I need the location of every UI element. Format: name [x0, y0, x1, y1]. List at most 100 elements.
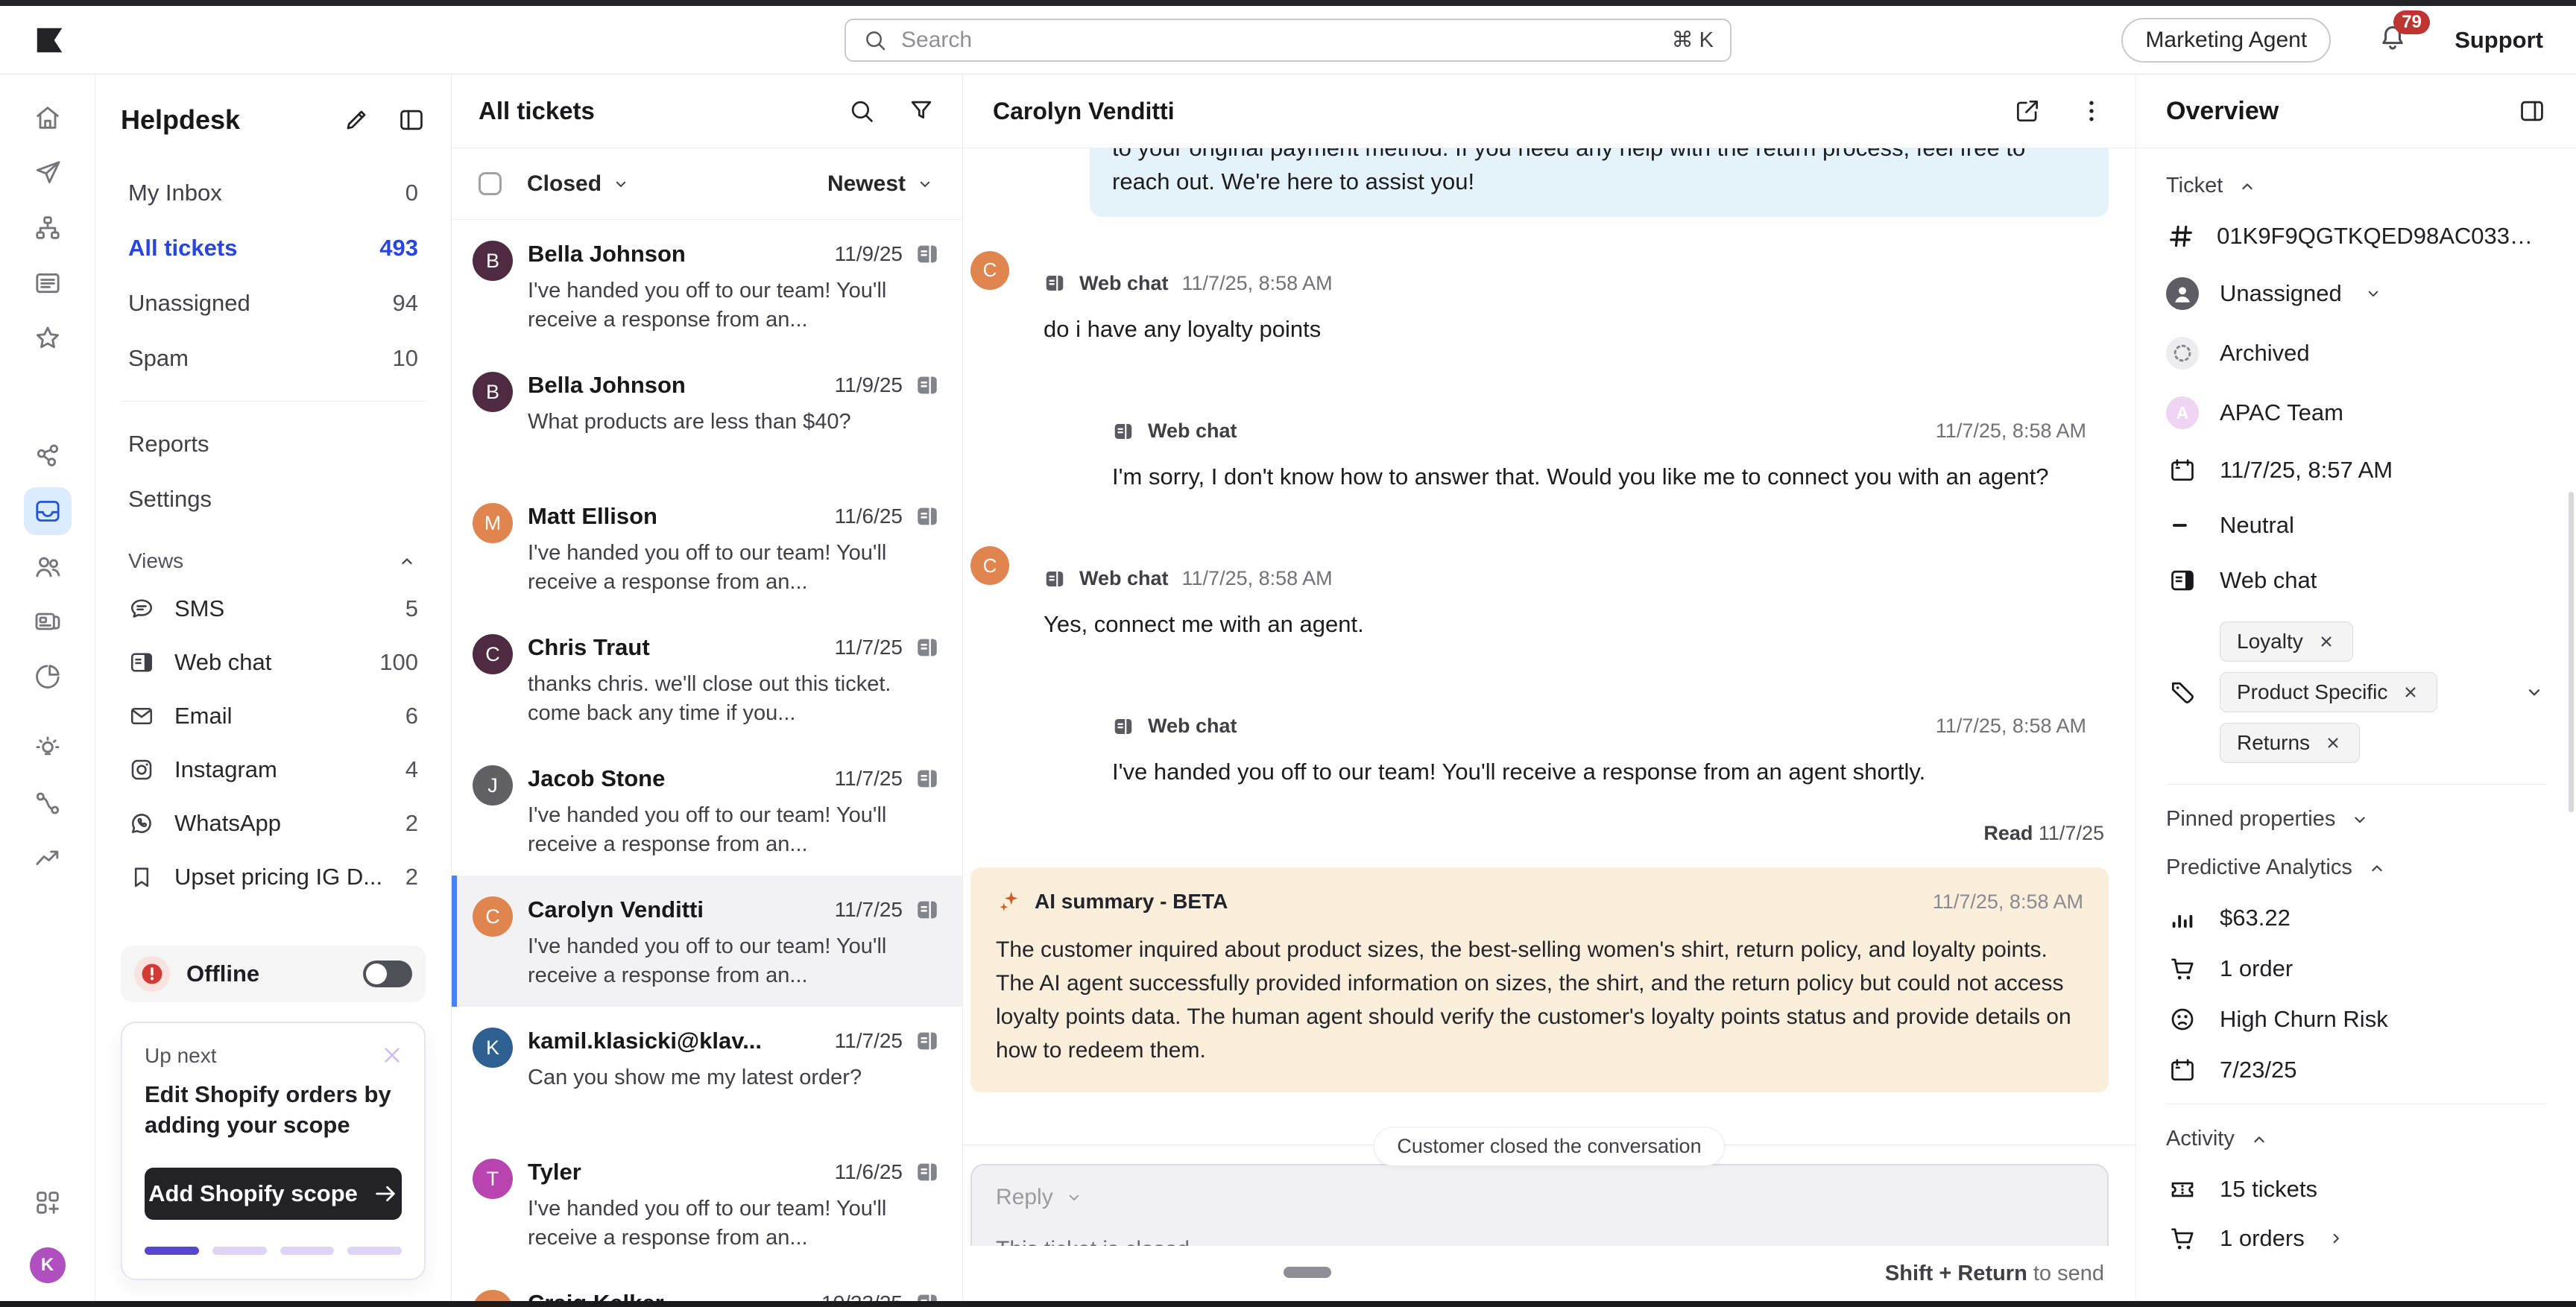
tags-row: Loyalty Product Specific Returns: [2166, 621, 2546, 763]
collapse-panel-icon[interactable]: [2518, 97, 2546, 125]
add-shopify-scope-button[interactable]: Add Shopify scope: [145, 1168, 402, 1220]
sidebar-item-settings[interactable]: Settings: [121, 472, 426, 527]
reply-mode-dropdown[interactable]: Reply: [996, 1185, 2083, 1210]
ticket-list-item[interactable]: T Tyler 11/6/25 I've handed you off to o…: [452, 1138, 962, 1269]
ticket-list-item[interactable]: J Jacob Stone 11/7/25 I've handed you of…: [452, 744, 962, 876]
sidebar-item-reports[interactable]: Reports: [121, 417, 426, 472]
overview-title: Overview: [2166, 97, 2518, 126]
rail-ideas-button[interactable]: [24, 724, 72, 772]
view-item-whatsapp[interactable]: WhatsApp2: [121, 797, 426, 850]
sort-dropdown[interactable]: Newest: [827, 171, 935, 197]
ticket-name: Matt Ellison: [528, 503, 823, 530]
rail-segments-button[interactable]: [24, 653, 72, 700]
tag-chip[interactable]: Loyalty: [2220, 621, 2353, 662]
workspace-switcher-button[interactable]: Marketing Agent: [2121, 18, 2331, 63]
close-icon[interactable]: [379, 1042, 405, 1068]
remove-tag-icon[interactable]: [2317, 632, 2336, 651]
webchat-channel-icon: [915, 1159, 940, 1185]
rail-home-button[interactable]: [24, 94, 72, 142]
reply-composer[interactable]: Reply This ticket is closed.: [970, 1164, 2109, 1246]
ticket-date: 11/7/25: [835, 1029, 903, 1053]
scrollbar-thumb[interactable]: [2569, 492, 2574, 812]
conversation-closed-row: Customer closed the conversation: [963, 1127, 2135, 1164]
ticket-list-item[interactable]: C Chris Traut 11/7/25 thanks chris. we'l…: [452, 613, 962, 744]
status-filter-dropdown[interactable]: Closed: [527, 171, 631, 197]
rail-content-button[interactable]: [24, 259, 72, 307]
assignee-row[interactable]: Unassigned: [2166, 277, 2546, 310]
avatar: B: [473, 241, 513, 281]
ticket-list-item[interactable]: C Carolyn Venditti 11/7/25 I've handed y…: [452, 876, 962, 1007]
rail-integrations-button[interactable]: [24, 1179, 72, 1227]
rail-reviews-button[interactable]: [24, 314, 72, 362]
message-text: do i have any loyalty points: [1044, 313, 1333, 346]
rail-analytics-button[interactable]: [24, 835, 72, 882]
view-item-instagram[interactable]: Instagram4: [121, 743, 426, 797]
predicted-date-value: 7/23/25: [2220, 1057, 2296, 1083]
user-avatar[interactable]: K: [30, 1247, 66, 1283]
compose-button[interactable]: [342, 106, 370, 134]
send-icon: [33, 158, 63, 188]
sidebar-nav-item[interactable]: Spam 10: [121, 331, 426, 386]
rail-helpdesk-button[interactable]: [24, 487, 72, 535]
rail-flows-button[interactable]: [24, 204, 72, 252]
sentiment-row[interactable]: Neutral: [2166, 511, 2546, 539]
offline-toggle[interactable]: [363, 961, 412, 987]
churn-risk-row: High Churn Risk: [2166, 1005, 2546, 1034]
support-link[interactable]: Support: [2455, 27, 2543, 54]
rail-campaigns-button[interactable]: [24, 149, 72, 197]
sidebar-nav-item[interactable]: My Inbox 0: [121, 165, 426, 221]
select-all-checkbox[interactable]: [479, 172, 502, 195]
rail-library-button[interactable]: [24, 598, 72, 645]
view-item-upset-pricing[interactable]: Upset pricing IG D...2: [121, 850, 426, 904]
rail-audiences-button[interactable]: [24, 432, 72, 480]
orders-count-row[interactable]: 1 orders: [2166, 1224, 2546, 1253]
webchat-channel-icon: [915, 504, 940, 529]
ticket-list-item[interactable]: B Bella Johnson 11/9/25 I've handed you …: [452, 220, 962, 351]
tag-chip[interactable]: Product Specific: [2220, 672, 2437, 712]
message-thread[interactable]: to your original payment method. If you …: [963, 148, 2135, 1246]
filter-icon[interactable]: [907, 97, 935, 125]
channel-label: Web chat: [1079, 269, 1169, 298]
sidebar-nav-item[interactable]: All tickets 493: [121, 221, 426, 276]
ticket-list-item[interactable]: M Matt Ellison 11/6/25 I've handed you o…: [452, 482, 962, 613]
status-row[interactable]: Archived: [2166, 337, 2546, 370]
open-external-icon[interactable]: [2013, 97, 2042, 125]
activity-toggle[interactable]: Activity: [2166, 1127, 2546, 1151]
global-search[interactable]: ⌘ K: [845, 19, 1731, 62]
helpdesk-title: Helpdesk: [121, 104, 315, 136]
tickets-count-row[interactable]: 15 tickets: [2166, 1175, 2546, 1203]
ticket-list-item[interactable]: C Craig Kelker 10/23/25: [452, 1269, 962, 1301]
tag-chip[interactable]: Returns: [2220, 723, 2360, 763]
ticket-preview: Can you show me my latest order?: [528, 1063, 940, 1092]
collapse-sidebar-button[interactable]: [397, 106, 426, 134]
list-search-icon[interactable]: [847, 97, 876, 125]
views-section-toggle[interactable]: Views: [128, 549, 418, 573]
ticket-preview: I've handed you off to our team! You'll …: [528, 1194, 940, 1253]
view-item-webchat[interactable]: Web chat100: [121, 636, 426, 689]
remove-tag-icon[interactable]: [2401, 683, 2420, 702]
view-item-email[interactable]: Email6: [121, 689, 426, 743]
rail-workflows-button[interactable]: [24, 779, 72, 827]
notifications-button[interactable]: 79: [2377, 22, 2408, 57]
team-row[interactable]: A APAC Team: [2166, 396, 2546, 429]
remove-tag-icon[interactable]: [2323, 733, 2343, 753]
bookmark-icon: [128, 864, 155, 890]
rail-profiles-button[interactable]: [24, 542, 72, 590]
nav-item-count: 10: [393, 345, 418, 372]
helpdesk-nav: My Inbox 0 All tickets 493 Unassigned 94…: [121, 165, 426, 386]
view-item-sms[interactable]: SMS5: [121, 582, 426, 636]
chevron-down-icon: [2349, 808, 2371, 831]
kebab-menu-icon[interactable]: [2077, 97, 2106, 125]
search-input[interactable]: [901, 28, 1658, 53]
pinned-properties-toggle[interactable]: Pinned properties: [2166, 807, 2546, 832]
message-timestamp: 11/7/25, 8:58 AM: [1182, 269, 1333, 298]
chevron-down-icon[interactable]: [2522, 680, 2546, 704]
ticket-list-item[interactable]: B Bella Johnson 11/9/25 What products ar…: [452, 351, 962, 482]
predictive-analytics-toggle[interactable]: Predictive Analytics: [2166, 855, 2546, 880]
ticket-section-toggle[interactable]: Ticket: [2166, 174, 2546, 198]
resize-handle[interactable]: [1284, 1267, 1331, 1278]
message-bubble-clipped: to your original payment method. If you …: [1090, 148, 2109, 217]
sidebar-nav-item[interactable]: Unassigned 94: [121, 276, 426, 331]
ticket-list-item[interactable]: K kamil.klasicki@klav... 11/7/25 Can you…: [452, 1007, 962, 1138]
avatar: K: [473, 1028, 513, 1068]
